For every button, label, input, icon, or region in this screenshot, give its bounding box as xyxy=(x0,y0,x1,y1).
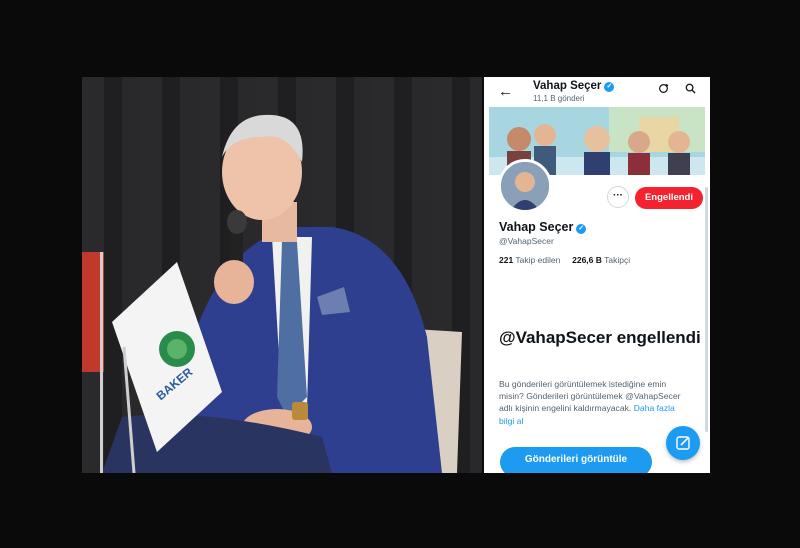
verified-badge-icon: ✓ xyxy=(576,224,587,234)
following-stat[interactable]: 221 Takip edilen xyxy=(499,255,560,265)
speaker-illustration: BAKER xyxy=(82,114,462,473)
compose-button[interactable] xyxy=(666,426,700,460)
scrollbar[interactable] xyxy=(705,187,708,432)
verified-badge-icon: ✓ xyxy=(604,82,615,92)
news-photo: BAKER xyxy=(82,77,482,473)
compose-icon xyxy=(676,436,690,450)
avatar[interactable] xyxy=(498,159,552,213)
profile-handle: @VahapSecer xyxy=(499,236,554,246)
header-name: Vahap Seçer ✓ xyxy=(533,80,615,92)
search-icon[interactable] xyxy=(685,83,696,94)
watch xyxy=(292,402,308,420)
avatar-image xyxy=(501,162,549,210)
header-post-count: 11,1 B gönderi xyxy=(533,94,585,103)
blocked-title: @VahapSecer engellendi xyxy=(499,328,701,347)
profile-top-bar: ← Vahap Seçer ✓ 11,1 B gönderi xyxy=(484,77,710,107)
blocked-description: Bu gönderileri görüntülemek istediğine e… xyxy=(499,379,681,426)
arrow-left-icon[interactable]: ← xyxy=(498,83,513,100)
profile-stats: 221 Takip edilen 226,6 B Takipçi xyxy=(499,255,630,265)
more-options-button[interactable]: ··· xyxy=(607,186,629,208)
hand xyxy=(214,260,254,304)
followers-stat[interactable]: 226,6 B Takipçi xyxy=(572,255,630,265)
profile-name: Vahap Seçer ✓ xyxy=(499,220,587,234)
view-posts-button[interactable]: Gönderileri görüntüle xyxy=(500,447,652,473)
blocked-button[interactable]: Engellendi xyxy=(635,187,703,209)
repost-icon[interactable] xyxy=(658,83,669,94)
twitter-profile-screen: ← Vahap Seçer ✓ 11,1 B gönderi ··· Engell… xyxy=(484,77,710,473)
